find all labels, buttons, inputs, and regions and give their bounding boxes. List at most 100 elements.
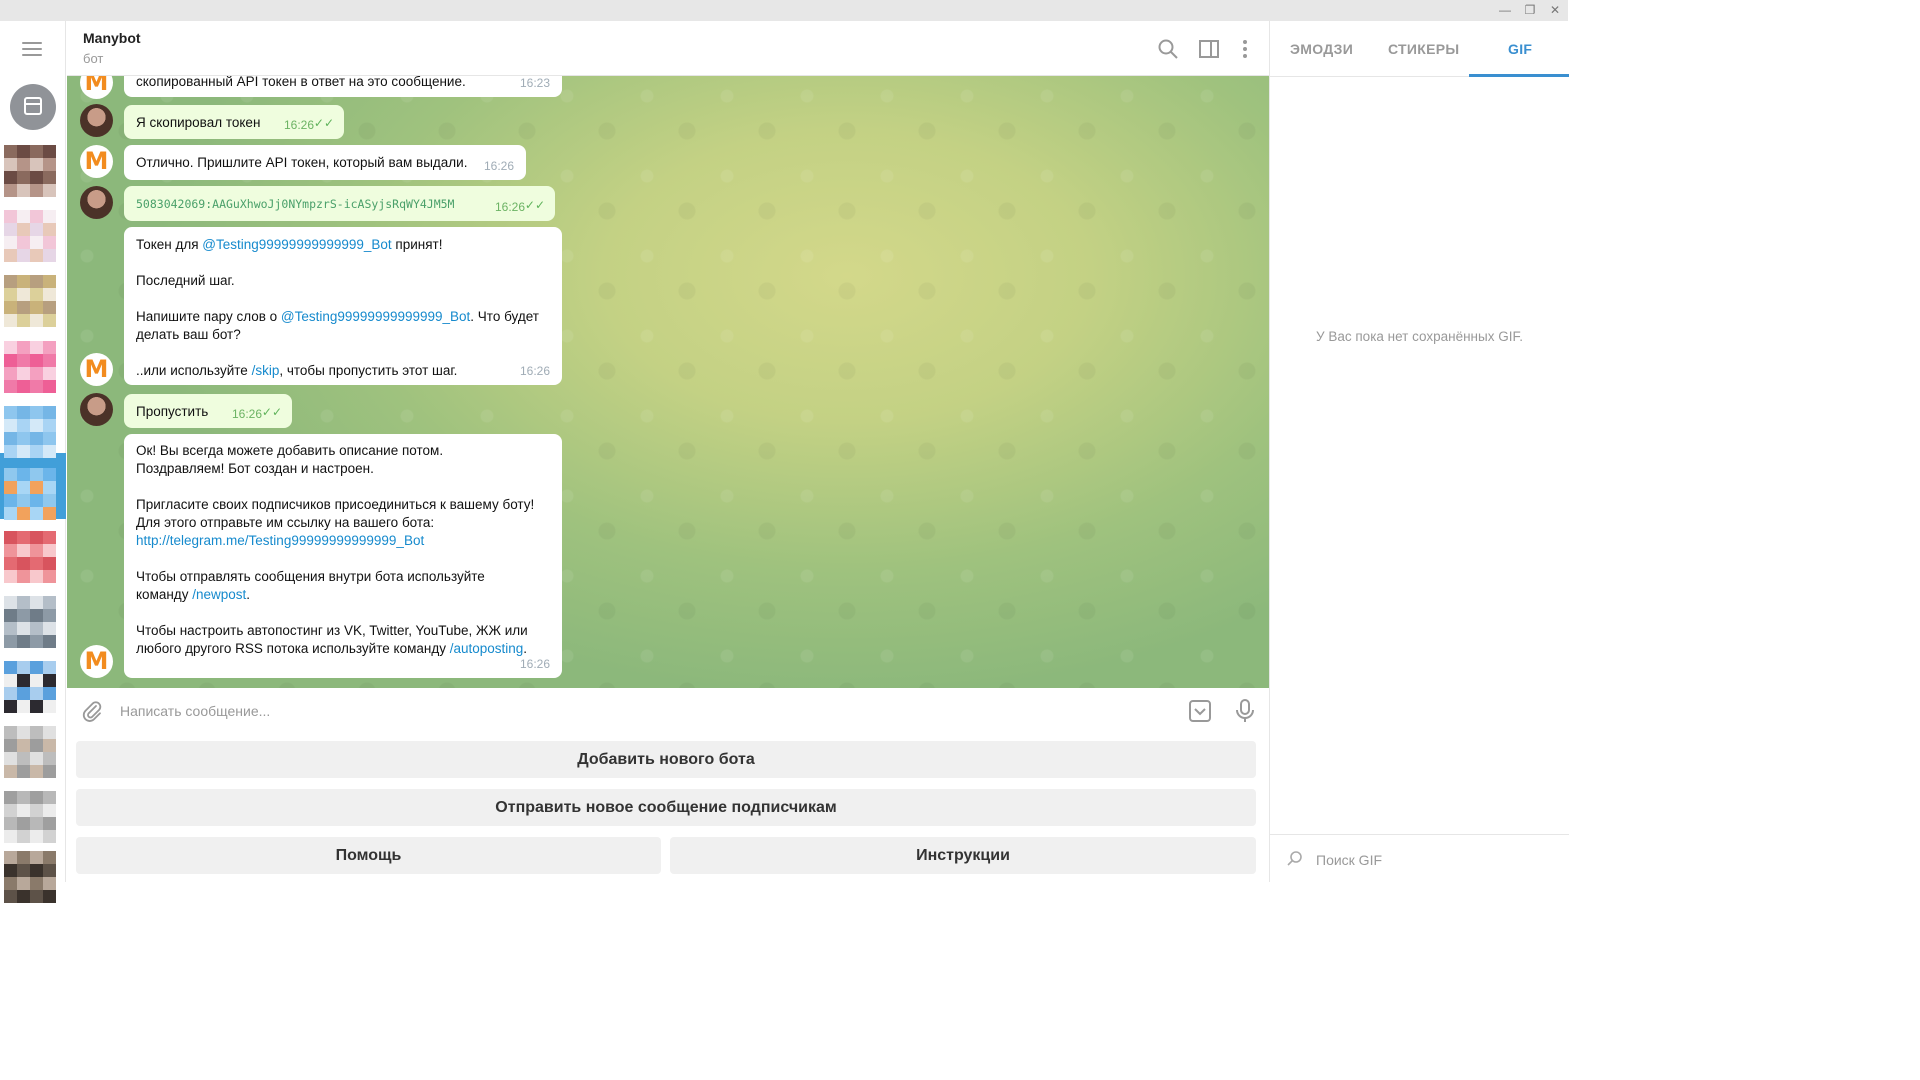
avatar-pixel [43,354,56,367]
message-text: Чтобы настроить автопостинг из VK, Twitt… [136,623,528,638]
avatar-pixel [43,494,56,507]
close-button[interactable]: ✕ [1543,0,1567,21]
bot-mention-link[interactable]: @Testing99999999999999_Bot [202,237,391,252]
message-in: скопированный API токен в ответ на это с… [124,76,562,97]
avatar-pixel [43,622,56,635]
avatar-pixel [4,380,17,393]
chat-avatar[interactable] [4,468,58,522]
avatar-pixel [43,158,56,171]
user-avatar[interactable] [80,393,113,426]
chat-avatar[interactable] [4,275,58,329]
bot-mention-link[interactable]: @Testing99999999999999_Bot [281,309,470,324]
message-text: Отлично. Пришлите API токен, который вам… [136,155,468,170]
avatar-pixel [43,507,56,520]
avatar-pixel [4,700,17,713]
avatar-pixel [43,445,56,458]
skip-command-link[interactable]: /skip [252,363,280,378]
bot-url-link[interactable]: http://telegram.me/Testing99999999999999… [136,533,424,548]
bot-avatar[interactable]: M [80,76,113,99]
menu-icon[interactable] [22,42,42,56]
add-bot-button[interactable]: Добавить нового бота [76,741,1256,778]
avatar-pixel [43,557,56,570]
avatar-pixel [43,609,56,622]
chat-avatar[interactable] [4,726,58,780]
user-avatar[interactable] [80,104,113,137]
avatar-pixel [43,419,56,432]
message-history[interactable]: M скопированный API токен в ответ на это… [67,76,1269,688]
archive-icon[interactable] [10,84,56,130]
avatar-pixel [30,864,43,877]
user-avatar[interactable] [80,186,113,219]
more-icon[interactable] [1234,38,1256,60]
message-text: Я скопировал токен [136,115,261,130]
avatar-pixel [43,301,56,314]
chat-avatar[interactable] [4,341,58,395]
avatar-pixel [43,210,56,223]
bot-avatar[interactable]: M [80,145,113,178]
bot-avatar[interactable]: M [80,645,113,678]
bot-keyboard-icon[interactable] [1189,700,1211,722]
avatar-pixel [17,184,30,197]
paperclip-icon[interactable] [81,700,103,722]
chat-avatar[interactable] [4,145,58,199]
sidebar-toggle-icon[interactable] [1198,38,1220,60]
message-input[interactable]: Написать сообщение... [120,703,270,719]
avatar-pixel [4,432,17,445]
send-new-message-button[interactable]: Отправить новое сообщение подписчикам [76,789,1256,826]
gif-search-input[interactable]: Поиск GIF [1316,852,1382,868]
message-text: . [523,641,528,656]
avatar-pixel [4,275,17,288]
avatar-pixel [17,380,30,393]
avatar-pixel [17,445,30,458]
avatar-pixel [30,817,43,830]
avatar-pixel [4,507,17,520]
minimize-button[interactable]: — [1493,0,1517,21]
instructions-button[interactable]: Инструкции [670,837,1256,874]
tab-emoji[interactable]: ЭМОДЗИ [1290,41,1353,57]
tab-stickers[interactable]: СТИКЕРЫ [1388,41,1459,57]
maximize-button[interactable]: ❐ [1518,0,1542,21]
avatar-pixel [43,700,56,713]
avatar-pixel [17,507,30,520]
avatar-pixel [17,609,30,622]
avatar-pixel [17,314,30,327]
avatar-pixel [30,830,43,843]
message-time: 16:26 [483,159,514,173]
avatar-pixel [30,531,43,544]
tab-gif[interactable]: GIF [1508,41,1532,57]
chat-avatar[interactable] [4,596,58,650]
search-icon[interactable] [1157,38,1179,60]
newpost-command-link[interactable]: /newpost [192,587,246,602]
message-text: . Что будет [470,309,539,324]
autoposting-command-link[interactable]: /autoposting [450,641,524,656]
chat-avatar[interactable] [4,791,58,845]
help-button[interactable]: Помощь [76,837,661,874]
avatar-pixel [30,354,43,367]
chat-title[interactable]: Manybot [83,30,141,46]
avatar-pixel [17,275,30,288]
avatar-pixel [4,158,17,171]
avatar-pixel [4,210,17,223]
bot-avatar[interactable]: M [80,353,113,386]
avatar-pixel [30,890,43,903]
message-text[interactable]: 5083042069:AAGuXhwoJj0NYmpzrS-icASyjsRqW… [136,197,455,211]
avatar-pixel [30,557,43,570]
avatar-pixel [43,739,56,752]
chat-avatar[interactable] [4,210,58,264]
avatar-pixel [17,570,30,583]
microphone-icon[interactable] [1234,699,1256,723]
avatar-pixel [43,791,56,804]
avatar-pixel [30,791,43,804]
avatar-pixel [4,674,17,687]
chat-avatar[interactable] [4,661,58,715]
chat-avatar[interactable] [4,531,58,585]
avatar-pixel [30,249,43,262]
chat-avatar[interactable] [4,851,58,905]
avatar-pixel [43,380,56,393]
message-in: Ок! Вы всегда можете добавить описание п… [124,434,562,678]
avatar-pixel [43,184,56,197]
chat-avatar[interactable] [4,406,58,460]
avatar-pixel [17,354,30,367]
message-text: Поздравляем! Бот создан и настроен. [136,461,374,476]
avatar-pixel [17,765,30,778]
